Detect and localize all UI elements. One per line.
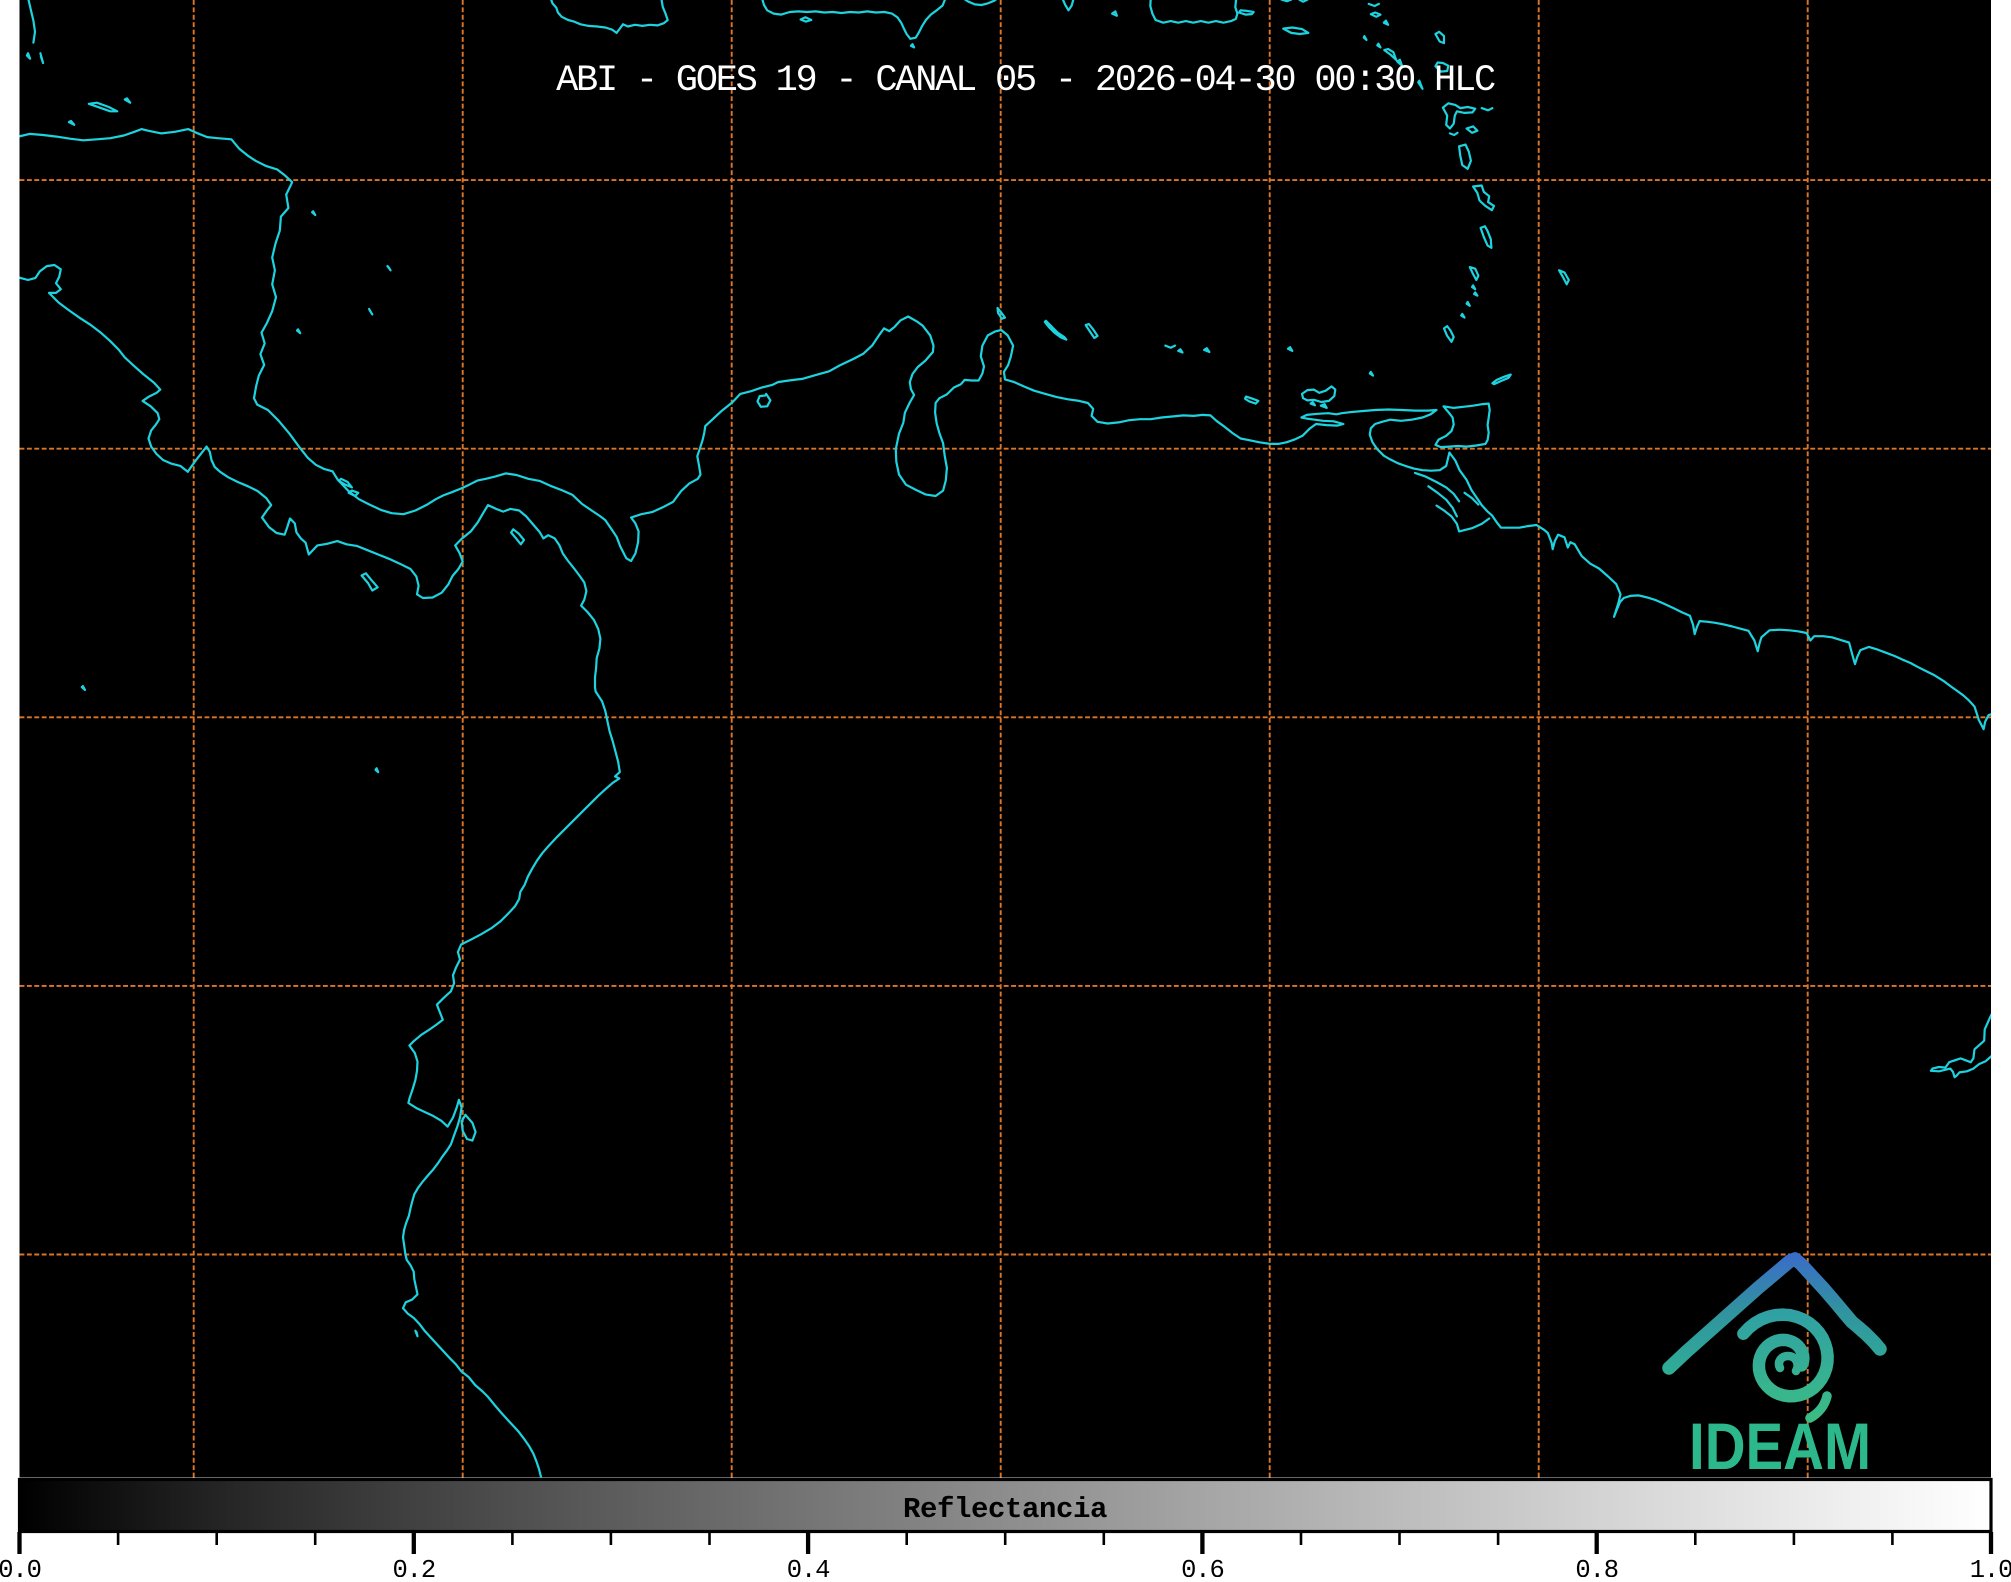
svg-text:0.6: 0.6 xyxy=(1181,1556,1224,1577)
svg-text:0.0: 0.0 xyxy=(0,1556,41,1577)
svg-text:1.0: 1.0 xyxy=(1970,1556,2011,1577)
svg-text:0.2: 0.2 xyxy=(392,1556,435,1577)
svg-text:Reflectancia: Reflectancia xyxy=(903,1493,1107,1526)
svg-text:IDEAM: IDEAM xyxy=(1689,1409,1871,1483)
svg-text:0.8: 0.8 xyxy=(1575,1556,1618,1577)
svg-text:0.4: 0.4 xyxy=(787,1556,830,1577)
svg-text:ABI - GOES 19 - CANAL 05 - 202: ABI - GOES 19 - CANAL 05 - 2026-04-30 00… xyxy=(556,60,1495,102)
